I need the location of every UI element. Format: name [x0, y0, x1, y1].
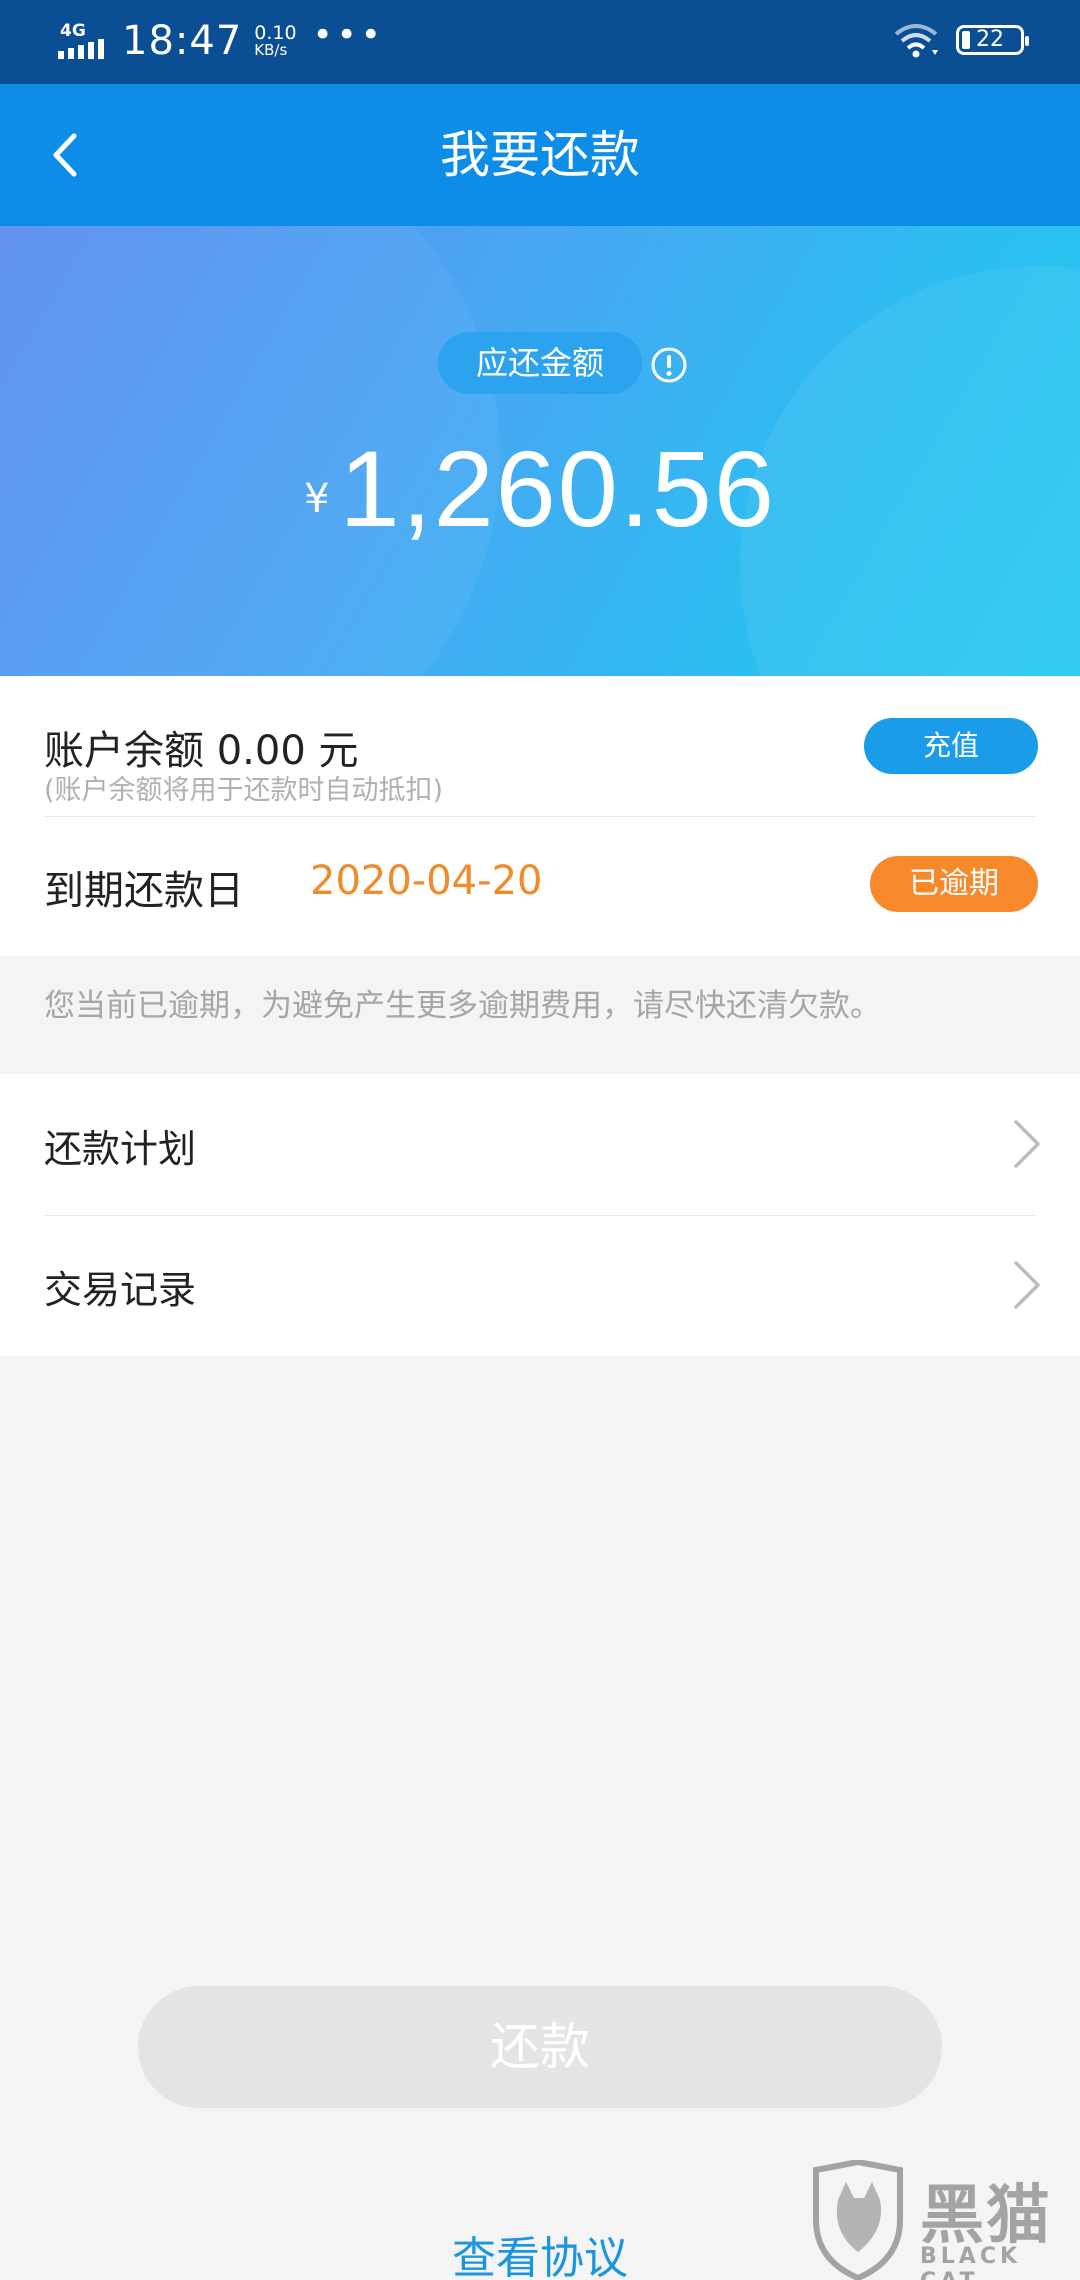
info-icon[interactable]: [650, 346, 688, 384]
divider: [44, 816, 1036, 817]
page-title: 我要还款: [440, 126, 640, 184]
amount-due-value: ¥1,260.56: [0, 426, 1080, 551]
menu-item-label: 交易记录: [44, 1268, 197, 1312]
amount-due: 1,260.56: [339, 428, 776, 549]
repay-button[interactable]: 还款: [138, 1986, 942, 2108]
cat-shield-logo-icon: [813, 2160, 903, 2280]
navigation-bar: 我要还款: [0, 84, 1080, 226]
chevron-right-icon: [1014, 1261, 1040, 1309]
chevron-right-icon: [1014, 1120, 1040, 1168]
recharge-button[interactable]: 充值: [864, 718, 1038, 774]
clock: 18:47: [122, 18, 243, 64]
amount-due-banner: 应还金额 ¥1,260.56: [0, 226, 1080, 676]
account-card: 账户余额 0.00 元 (账户余额将用于还款时自动抵扣) 充值 到期还款日 20…: [0, 676, 1080, 956]
battery-icon: 22: [956, 25, 1029, 55]
wifi-icon: [894, 24, 938, 58]
menu-item-label: 还款计划: [44, 1127, 197, 1171]
battery-level: 22: [976, 27, 1004, 52]
signal-bars-icon: [58, 39, 104, 59]
network-speed: 0.10 KB/s: [254, 24, 296, 58]
more-notifications-icon: •••: [312, 15, 385, 55]
battery-fill: [962, 31, 970, 49]
status-right: 22: [892, 22, 1029, 58]
due-date-value: 2020-04-20: [310, 858, 543, 904]
overdue-notice: 您当前已逾期，为避免产生更多逾期费用，请尽快还清欠款。: [44, 988, 881, 1024]
status-left: 4G 18:47 0.10 KB/s •••: [58, 15, 385, 64]
menu-item-transaction-records[interactable]: 交易记录: [0, 1215, 1080, 1356]
menu-item-repayment-plan[interactable]: 还款计划: [0, 1074, 1080, 1215]
menu-list: 还款计划 交易记录: [0, 1074, 1080, 1356]
due-date-label: 到期还款日: [44, 868, 244, 914]
watermark-text-en: BLACK CAT: [920, 2244, 1022, 2280]
network-type: 4G: [60, 21, 86, 41]
currency-symbol: ¥: [304, 476, 330, 522]
signal-icon: 4G: [58, 19, 108, 63]
amount-due-label: 应还金额: [438, 332, 642, 394]
account-balance-hint: (账户余额将用于还款时自动抵扣): [44, 775, 444, 806]
speed-unit: KB/s: [254, 41, 288, 59]
status-bar: 4G 18:47 0.10 KB/s ••• 22: [0, 0, 1080, 84]
back-icon[interactable]: [38, 120, 108, 190]
watermark-text: 黑猫: [920, 2179, 1052, 2253]
watermark: 黑猫 BLACK CAT: [808, 2160, 1080, 2280]
overdue-badge: 已逾期: [870, 856, 1038, 912]
